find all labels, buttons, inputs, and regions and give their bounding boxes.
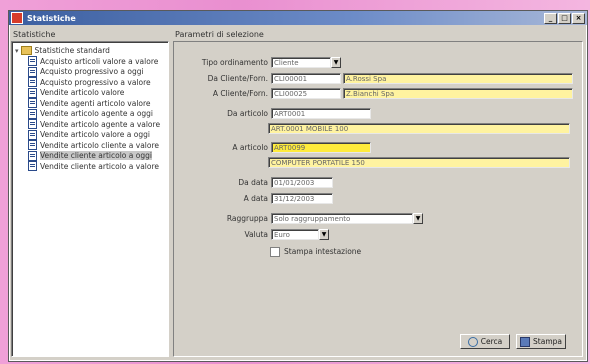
valuta-select[interactable]: Euro ▼ [271, 229, 329, 240]
tree-item-label: Vendite articolo valore a oggi [40, 130, 150, 140]
search-button-label: Cerca [480, 337, 503, 346]
row-valuta: Valuta Euro ▼ [178, 228, 329, 241]
tree-root[interactable]: ▾ Statistiche standard [15, 45, 168, 56]
tree-item[interactable]: Acquisto articoli valore a valore [28, 56, 168, 67]
report-icon [28, 108, 37, 119]
row-a-articolo-desc: COMPUTER PORTATILE 150 [268, 156, 570, 169]
report-icon [28, 119, 37, 130]
window-title: Statistiche [27, 13, 76, 23]
parameters-form: Tipo ordinamento Cliente ▼ Da Cliente/Fo… [173, 41, 583, 357]
da-cliente-label: Da Cliente/Forn. [207, 74, 268, 83]
valuta-label: Valuta [244, 230, 268, 239]
da-cliente-name: A.Rossi Spa [343, 73, 573, 84]
title-bar: Statistiche _ □ × [9, 11, 587, 25]
tree-item-label: Vendite articolo valore [40, 88, 125, 98]
report-icon [28, 77, 37, 88]
a-cliente-name: Z.Bianchi Spa [343, 88, 573, 99]
row-raggruppa: Raggruppa Solo raggruppamento ▼ [178, 212, 423, 225]
right-panel-caption: Parametri di selezione [175, 30, 264, 39]
app-icon [11, 12, 23, 24]
report-icon [28, 98, 37, 109]
tree-item-label: Acquisto progressivo a valore [40, 77, 151, 87]
statistics-window: Statistiche _ □ × Statistiche ▾ Statisti… [8, 10, 588, 362]
tree-item-label: Acquisto articoli valore a valore [40, 56, 159, 66]
tree-item[interactable]: Vendite cliente articolo a oggi [28, 150, 168, 162]
report-icon [28, 140, 37, 151]
tree-item[interactable]: Vendite articolo cliente a valore [28, 140, 168, 151]
row-da-articolo-desc: ART.0001 MOBILE 100 [268, 122, 570, 135]
tree-root-label: Statistiche standard [34, 46, 110, 55]
tree-item-label: Vendite cliente articolo a oggi [40, 151, 152, 161]
report-icon [28, 66, 37, 77]
print-button-label: Stampa [533, 337, 562, 346]
row-da-cliente: Da Cliente/Forn. CLI00001 A.Rossi Spa [178, 72, 573, 85]
row-stampa: Stampa intestazione [270, 245, 364, 258]
da-cliente-code-input[interactable]: CLI00001 [271, 73, 341, 84]
row-a-data: A data 31/12/2003 [178, 192, 333, 205]
report-icon [28, 150, 37, 161]
report-icon [28, 87, 37, 98]
row-da-data: Da data 01/01/2003 [178, 176, 333, 189]
report-icon [28, 161, 37, 172]
tree-item-label: Vendite agenti articolo valore [40, 98, 151, 108]
close-button[interactable]: × [572, 12, 585, 24]
chevron-down-icon[interactable]: ▼ [413, 213, 423, 224]
search-icon [467, 336, 478, 347]
row-a-articolo: A articolo ART0099 [178, 141, 371, 154]
a-data-input[interactable]: 31/12/2003 [271, 193, 333, 204]
tree-item-label: Vendite articolo agente a oggi [40, 109, 154, 119]
a-data-label: A data [243, 194, 268, 203]
minimize-button[interactable]: _ [544, 12, 557, 24]
raggruppa-select[interactable]: Solo raggruppamento ▼ [271, 213, 423, 224]
da-articolo-code-input[interactable]: ART0001 [271, 108, 371, 119]
tree-item[interactable]: Vendite articolo agente a oggi [28, 108, 168, 120]
print-button[interactable]: Stampa [516, 334, 566, 349]
ordinamento-select[interactable]: Cliente ▼ [271, 57, 341, 68]
tree-item-label: Acquisto progressivo a oggi [40, 67, 144, 77]
raggruppa-label: Raggruppa [226, 214, 268, 223]
stampa-label: Stampa intestazione [284, 247, 362, 256]
report-icon [28, 56, 37, 67]
tree-item-label: Vendite cliente articolo a valore [40, 161, 159, 171]
left-panel-caption: Statistiche [13, 30, 56, 39]
stampa-checkbox[interactable] [270, 246, 280, 257]
tree-item[interactable]: Vendite agenti articolo valore [28, 98, 168, 109]
a-articolo-code-input[interactable]: ART0099 [271, 142, 371, 153]
search-button[interactable]: Cerca [460, 334, 510, 349]
tree-item[interactable]: Acquisto progressivo a oggi [28, 66, 168, 78]
tree-item[interactable]: Vendite articolo agente a valore [28, 119, 168, 130]
chevron-down-icon[interactable]: ▼ [331, 57, 341, 68]
row-a-cliente: A Cliente/Forn. CLI00025 Z.Bianchi Spa [178, 87, 573, 100]
left-panel: Statistiche ▾ Statistiche standard Acqui… [11, 29, 169, 357]
a-cliente-label: A Cliente/Forn. [212, 89, 268, 98]
tree-item-label: Vendite articolo agente a valore [40, 119, 161, 129]
right-panel: Parametri di selezione Tipo ordinamento … [173, 29, 583, 357]
ordinamento-label: Tipo ordinamento [201, 58, 268, 67]
statistics-tree: ▾ Statistiche standard Acquisto articoli… [11, 41, 169, 357]
da-articolo-label: Da articolo [227, 109, 268, 118]
row-ordinamento: Tipo ordinamento Cliente ▼ [178, 56, 341, 69]
report-icon [28, 129, 37, 140]
da-data-label: Da data [238, 178, 268, 187]
maximize-button[interactable]: □ [558, 12, 571, 24]
print-icon [520, 336, 531, 347]
row-da-articolo: Da articolo ART0001 [178, 107, 371, 120]
a-articolo-label: A articolo [232, 143, 268, 152]
da-data-input[interactable]: 01/01/2003 [271, 177, 333, 188]
a-cliente-code-input[interactable]: CLI00025 [271, 88, 341, 99]
collapse-icon[interactable]: ▾ [15, 47, 19, 55]
tree-item[interactable]: Acquisto progressivo a valore [28, 77, 168, 88]
folder-icon [20, 46, 32, 55]
tree-item[interactable]: Vendite cliente articolo a valore [28, 161, 168, 172]
tree-item-label: Vendite articolo cliente a valore [40, 140, 159, 150]
chevron-down-icon[interactable]: ▼ [319, 229, 329, 240]
tree-item[interactable]: Vendite articolo valore [28, 87, 168, 99]
da-articolo-desc: ART.0001 MOBILE 100 [268, 123, 570, 134]
tree-item[interactable]: Vendite articolo valore a oggi [28, 129, 168, 141]
a-articolo-desc: COMPUTER PORTATILE 150 [268, 157, 570, 168]
